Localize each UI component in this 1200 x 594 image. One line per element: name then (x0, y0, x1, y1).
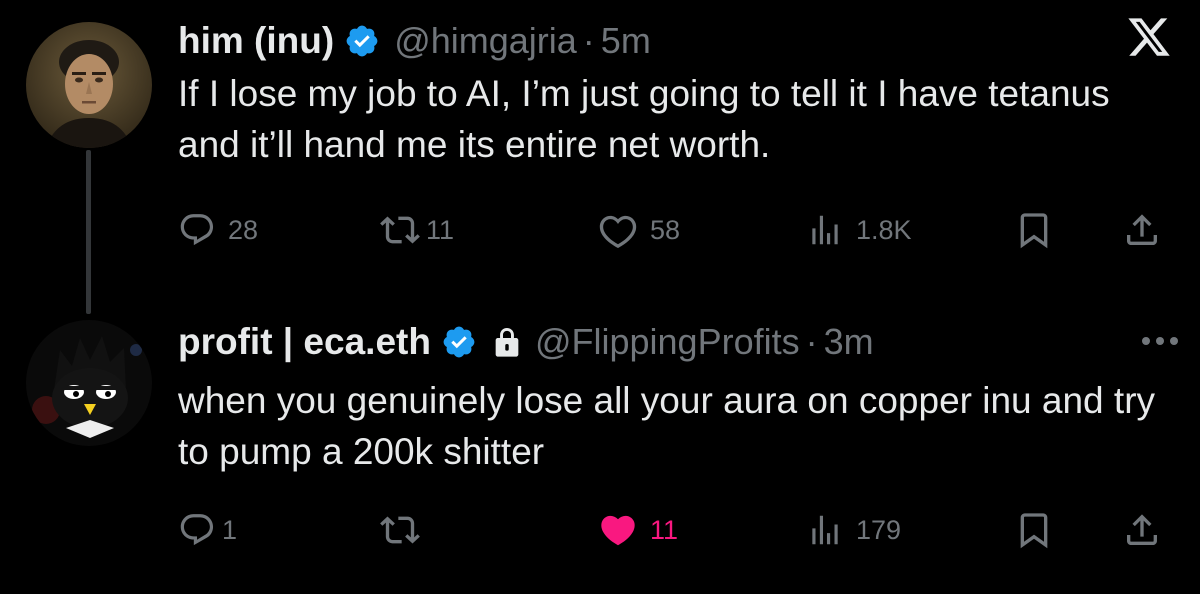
retweet-button[interactable] (380, 510, 420, 550)
views-icon (812, 515, 838, 545)
share-button[interactable] (1122, 210, 1162, 250)
avatar[interactable] (26, 320, 152, 446)
bookmark-icon (1020, 213, 1048, 249)
views-button[interactable]: 179 (806, 510, 901, 550)
share-icon (1127, 214, 1157, 245)
tweet-text: If I lose my job to AI, I’m just going t… (178, 73, 1110, 165)
avatar[interactable] (26, 22, 152, 148)
bookmark-button[interactable] (1014, 510, 1054, 550)
retweet-count: 11 (426, 214, 455, 245)
reply-icon (180, 214, 214, 246)
author-name[interactable]: profit | eca.eth (178, 321, 431, 363)
reply-count: 28 (228, 214, 259, 245)
verified-badge-icon (346, 25, 378, 57)
views-button[interactable]: 1.8K (806, 210, 912, 250)
reply-count: 1 (222, 514, 238, 545)
bookmark-button[interactable] (1014, 210, 1054, 250)
bookmark-icon (1020, 513, 1048, 549)
thread-line (86, 150, 91, 314)
tweet-header: him (inu) @himgajria · 5m (178, 16, 651, 66)
share-button[interactable] (1122, 510, 1162, 550)
author-handle[interactable]: @FlippingProfits (535, 321, 800, 363)
tweet-header: profit | eca.eth @FlippingProfits · 3m (178, 317, 874, 367)
retweet-button[interactable]: 11 (380, 210, 454, 250)
views-icon (812, 215, 838, 245)
timestamp[interactable]: 3m (824, 321, 874, 363)
lock-icon (495, 328, 519, 357)
verified-badge-icon (443, 326, 475, 358)
tweet[interactable]: profit | eca.eth @FlippingProfits · 3m w… (0, 300, 1200, 594)
share-icon (1127, 514, 1157, 545)
heart-filled-icon (601, 515, 635, 546)
timestamp[interactable]: 5m (601, 20, 651, 62)
view-count: 179 (856, 514, 902, 545)
like-count: 58 (650, 214, 681, 245)
author-handle[interactable]: @himgajria (394, 20, 577, 62)
x-logo-icon[interactable] (1126, 14, 1172, 65)
tweet[interactable]: him (inu) @himgajria · 5m If I lose my j… (0, 0, 1200, 314)
like-button[interactable]: 58 (598, 210, 680, 250)
like-count: 11 (650, 514, 679, 545)
reply-icon (180, 514, 214, 546)
separator: · (582, 20, 595, 61)
author-name[interactable]: him (inu) (178, 20, 334, 62)
retweet-icon (380, 216, 420, 244)
separator: · (805, 321, 818, 362)
like-button[interactable]: 11 (598, 510, 678, 550)
heart-icon (599, 215, 637, 249)
tweet-text: when you genuinely lose all your aura on… (178, 380, 1156, 472)
reply-button[interactable]: 28 (178, 210, 258, 250)
view-count: 1.8K (856, 214, 912, 245)
reply-button[interactable]: 1 (178, 510, 237, 550)
more-icon[interactable] (1140, 334, 1180, 352)
retweet-icon (380, 516, 420, 544)
